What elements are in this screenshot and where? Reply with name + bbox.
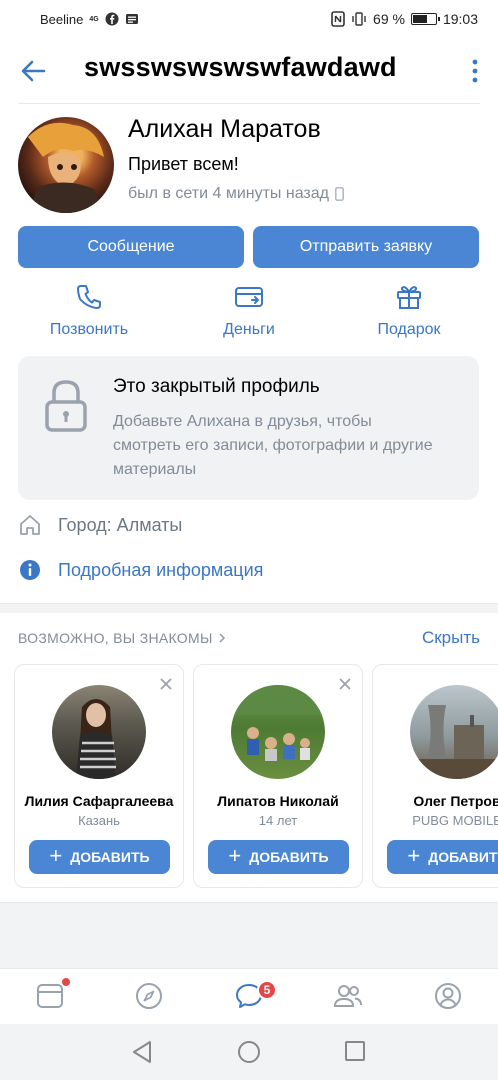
money-card-icon [235, 287, 263, 307]
last-seen: был в сети 4 минуты назад [128, 185, 344, 203]
add-friend-button[interactable]: + ДОБАВИТЬ [29, 840, 170, 874]
top-header: swsswswswswfawdawd [0, 38, 498, 104]
bottom-tab-bar [0, 968, 498, 1024]
suggestion-subtitle: 14 лет [258, 813, 298, 828]
money-action[interactable]: Деньги [184, 283, 314, 339]
nav-recents-icon[interactable] [344, 1040, 366, 1062]
city-text: Город: Алматы [58, 514, 183, 535]
avatar-image [231, 685, 325, 761]
notification-dot [62, 978, 70, 986]
gift-label: Подарок [377, 321, 441, 338]
suggestions-carousel[interactable]: Лилия Сафаргалеева Казань + ДОБАВИТЬ Липа… [14, 664, 498, 888]
phone-icon [77, 285, 101, 309]
status-bar: Beeline 4G 69 % 19:03 [0, 0, 498, 38]
money-label: Деньги [223, 321, 275, 338]
messages-badge: 5 [257, 980, 277, 1000]
chevron-right-icon [219, 633, 225, 643]
system-navigation-bar [0, 1024, 498, 1080]
info-icon [20, 560, 40, 580]
facebook-icon [105, 12, 119, 26]
suggestion-subtitle: Казань [78, 813, 120, 828]
suggestion-card[interactable]: Олег Петров PUBG MOBILE + ДОБАВИТЬ [372, 664, 498, 888]
suggestion-avatar[interactable] [410, 685, 498, 779]
news-icon [125, 14, 138, 24]
city-row: Город: Алматы [18, 514, 182, 536]
last-seen-text: был в сети 4 минуты назад [128, 185, 329, 202]
gift-action[interactable]: Подарок [344, 283, 474, 339]
mobile-device-icon [335, 187, 344, 201]
avatar-image [410, 705, 498, 779]
closed-profile-text: Добавьте Алихана в друзья, чтобы смотрет… [113, 413, 433, 478]
home-icon [20, 515, 40, 535]
plus-icon: + [49, 843, 63, 868]
profile-tab-icon[interactable] [433, 981, 463, 1011]
suggestion-subtitle: PUBG MOBILE [412, 813, 498, 828]
suggestion-name: Олег Петров [413, 793, 498, 809]
nav-back-icon[interactable] [131, 1040, 153, 1064]
header-divider [18, 103, 480, 104]
suggestion-avatar[interactable] [52, 685, 146, 779]
clock: 19:03 [442, 11, 478, 27]
lock-icon [45, 380, 87, 432]
carrier-label: Beeline [40, 11, 84, 27]
add-friend-label: ДОБАВИТЬ [70, 849, 150, 865]
page-title: swsswswswswfawdawd [84, 52, 397, 82]
suggestions-title-text: ВОЗМОЖНО, ВЫ ЗНАКОМЫ [18, 630, 213, 646]
call-action[interactable]: Позвонить [24, 283, 154, 339]
add-friend-label: ДОБАВИТЬ [428, 849, 498, 865]
avatar-image [28, 122, 104, 213]
suggestion-card[interactable]: Липатов Николай 14 лет + ДОБАВИТЬ [193, 664, 363, 888]
section-divider [0, 603, 498, 613]
back-arrow-icon[interactable] [18, 56, 48, 86]
add-friend-label: ДОБАВИТЬ [249, 849, 329, 865]
profile-avatar[interactable] [18, 117, 114, 213]
profile-name: Алихан Маратов [128, 115, 321, 143]
vibrate-icon [352, 12, 366, 26]
suggestion-avatar[interactable] [231, 685, 325, 779]
plus-icon: + [228, 843, 242, 868]
close-icon[interactable] [159, 677, 173, 691]
plus-icon: + [407, 843, 421, 868]
add-friend-button[interactable]: + ДОБАВИТЬ [208, 840, 349, 874]
suggestion-name: Лилия Сафаргалеева [24, 793, 174, 809]
battery-icon [410, 13, 440, 25]
add-friend-button[interactable]: + ДОБАВИТЬ [387, 840, 498, 874]
details-link[interactable]: Подробная информация [18, 558, 263, 582]
network-indicator: 4G [89, 15, 99, 23]
friends-tab-icon[interactable] [333, 981, 363, 1011]
nfc-icon [331, 11, 345, 27]
page-bottom-area [0, 902, 498, 968]
suggestions-title[interactable]: ВОЗМОЖНО, ВЫ ЗНАКОМЫ [18, 630, 227, 646]
closed-profile-title: Это закрытый профиль [113, 376, 320, 397]
message-button[interactable]: Сообщение [18, 226, 244, 268]
suggestion-name: Липатов Николай [217, 793, 339, 809]
more-vertical-icon[interactable] [470, 58, 480, 84]
profile-status: Привет всем! [128, 154, 239, 174]
avatar-image [76, 699, 116, 779]
explore-tab-icon[interactable] [134, 981, 164, 1011]
close-icon[interactable] [338, 677, 352, 691]
gift-icon [397, 286, 421, 309]
suggestion-card[interactable]: Лилия Сафаргалеева Казань + ДОБАВИТЬ [14, 664, 184, 888]
call-label: Позвонить [49, 321, 129, 338]
closed-profile-card: Это закрытый профиль Добавьте Алихана в … [18, 356, 479, 500]
send-request-button[interactable]: Отправить заявку [253, 226, 479, 268]
hide-suggestions-link[interactable]: Скрыть [422, 628, 480, 648]
battery-percent: 69 % [373, 11, 405, 27]
news-feed-tab-icon[interactable] [35, 981, 65, 1011]
nav-home-icon[interactable] [237, 1040, 261, 1064]
details-link-text: Подробная информация [58, 559, 264, 580]
